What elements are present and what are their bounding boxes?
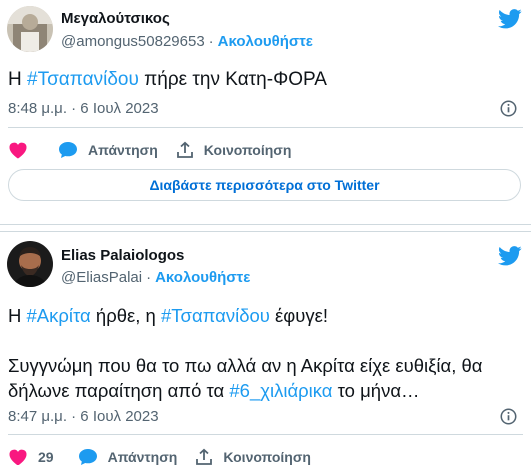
avatar[interactable]: [7, 6, 53, 52]
tweet-card: Elias Palaiologos @EliasPalai · Ακολουθήστ…: [0, 231, 531, 465]
author-handle[interactable]: @amongus50829653: [61, 33, 205, 50]
share-icon: [176, 141, 193, 158]
read-more-button[interactable]: Διαβάστε περισσότερα στο Twitter: [8, 169, 521, 201]
author-name[interactable]: Μεγαλούτσικος: [61, 10, 170, 27]
timestamp[interactable]: 8:47 μ.μ. · 6 Ιουλ 2023: [8, 408, 159, 425]
follow-button[interactable]: Ακολουθήστε: [218, 33, 313, 50]
text-segment: Η: [8, 69, 27, 90]
share-button[interactable]: Κοινοποίηση: [176, 141, 292, 159]
reply-bubble-icon: [59, 142, 77, 158]
like-count: 29: [38, 449, 54, 465]
hashtag-link[interactable]: #Τσαπανίδου: [161, 305, 270, 326]
tweet-actions: 29 Απάντηση Κοινοποίηση: [8, 445, 329, 465]
tweet-text: Η #Τσαπανίδου πήρε την Κατη-ΦΟΡΑ: [8, 67, 521, 92]
info-icon[interactable]: [500, 408, 517, 425]
info-icon[interactable]: [500, 100, 517, 117]
tweet-text: Η #Ακρίτα ήρθε, η #Τσαπανίδου έφυγε! Συγ…: [8, 303, 521, 403]
hashtag-link[interactable]: #Τσαπανίδου: [27, 69, 139, 90]
twitter-bird-icon[interactable]: [498, 246, 522, 266]
heart-icon: [9, 142, 27, 159]
reply-label: Απάντηση: [88, 142, 158, 158]
share-button[interactable]: Κοινοποίηση: [195, 448, 311, 465]
author-handle[interactable]: @EliasPalai: [61, 269, 142, 286]
share-label: Κοινοποίηση: [223, 449, 311, 465]
separator: ·: [146, 269, 152, 286]
share-label: Κοινοποίηση: [203, 142, 292, 158]
hashtag-link[interactable]: #6_χιλιάρικα: [229, 380, 332, 401]
author-name[interactable]: Elias Palaiologos: [61, 247, 184, 264]
separator: ·: [208, 33, 214, 50]
reply-button[interactable]: Απάντηση: [78, 448, 178, 465]
author-handle-line: @amongus50829653 · Ακολουθήστε: [61, 33, 313, 50]
follow-button[interactable]: Ακολουθήστε: [155, 269, 250, 286]
twitter-bird-icon[interactable]: [498, 9, 522, 29]
avatar[interactable]: [7, 241, 53, 287]
divider: [8, 127, 523, 128]
text-segment: ήρθε, η: [90, 305, 161, 326]
tweet-actions: Απάντηση Κοινοποίηση: [8, 138, 309, 162]
timestamp[interactable]: 8:48 μ.μ. · 6 Ιουλ 2023: [8, 100, 159, 117]
heart-icon: [9, 449, 27, 465]
hashtag-link[interactable]: #Ακρίτα: [27, 305, 91, 326]
text-segment: το μήνα…: [332, 380, 420, 401]
tweet-card: Μεγαλούτσικος @amongus50829653 · Ακολουθήσ…: [0, 0, 531, 225]
text-segment: Η: [8, 305, 27, 326]
reply-button[interactable]: Απάντηση: [58, 141, 158, 159]
like-button[interactable]: [8, 141, 28, 159]
share-icon: [196, 448, 213, 465]
reply-bubble-icon: [78, 449, 97, 465]
like-button[interactable]: 29: [8, 448, 54, 465]
text-segment: έφυγε!: [269, 305, 329, 326]
text-segment: πήρε την Κατη-ΦΟΡΑ: [138, 69, 327, 90]
author-handle-line: @EliasPalai · Ακολουθήστε: [61, 269, 250, 286]
reply-label: Απάντηση: [107, 449, 178, 465]
divider: [8, 434, 523, 435]
